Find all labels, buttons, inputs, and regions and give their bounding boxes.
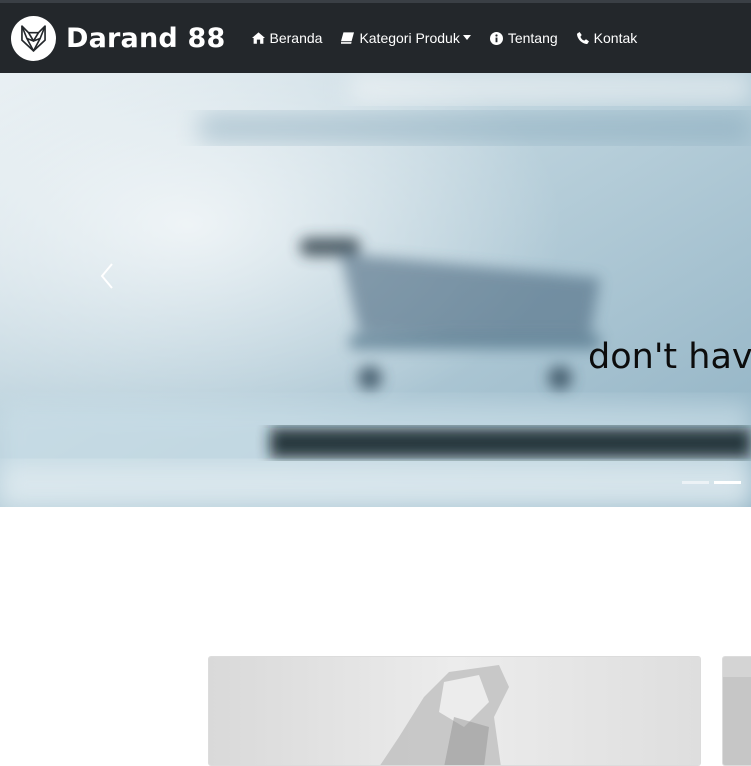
carousel-indicator[interactable] xyxy=(714,481,741,484)
chevron-down-icon xyxy=(462,34,471,40)
brand-link[interactable]: Darand 88 xyxy=(11,15,226,61)
nav-label-kategori-produk: Kategori Produk xyxy=(359,30,460,46)
brand-name: Darand 88 xyxy=(66,22,226,54)
fox-logo-icon xyxy=(11,15,56,61)
book-icon xyxy=(341,32,355,44)
carousel-indicator[interactable] xyxy=(682,481,709,484)
nav-label-tentang: Tentang xyxy=(507,30,558,46)
hero-carousel: don't have xyxy=(0,73,751,507)
product-card[interactable] xyxy=(722,656,751,766)
nav-item-beranda[interactable]: Beranda xyxy=(251,30,323,46)
carousel-caption: don't have xyxy=(588,337,751,377)
navbar: Darand 88 Beranda Kategori Produk Tentan… xyxy=(0,3,751,73)
info-icon xyxy=(489,31,503,45)
carousel-indicators xyxy=(682,481,746,484)
phone-icon xyxy=(576,32,589,44)
carousel-prev-icon[interactable] xyxy=(95,261,119,291)
nav-item-kategori-produk[interactable]: Kategori Produk xyxy=(341,30,471,46)
home-icon xyxy=(251,32,265,44)
product-image xyxy=(723,657,751,765)
product-image xyxy=(209,657,700,765)
nav-label-beranda: Beranda xyxy=(269,30,323,46)
nav-item-tentang[interactable]: Tentang xyxy=(489,30,558,46)
main-nav: Beranda Kategori Produk Tentang Kontak xyxy=(251,30,657,46)
nav-item-kontak[interactable]: Kontak xyxy=(576,30,638,46)
product-card[interactable] xyxy=(208,656,701,766)
nav-label-kontak: Kontak xyxy=(593,30,638,46)
